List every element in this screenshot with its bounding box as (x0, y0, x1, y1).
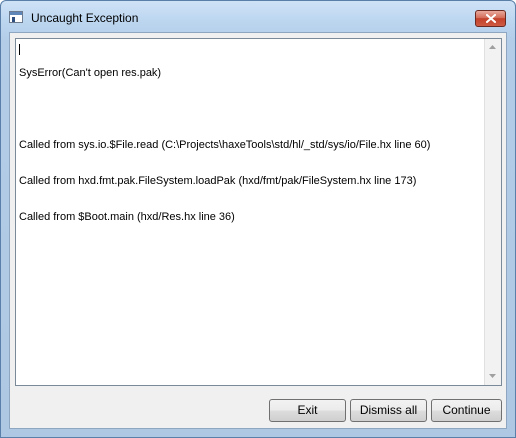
dismiss-all-button[interactable]: Dismiss all (350, 399, 427, 422)
scroll-down-button[interactable] (485, 368, 501, 385)
button-row: Exit Dismiss all Continue (10, 393, 506, 423)
error-line: Called from sys.io.$File.read (C:\Projec… (19, 139, 431, 151)
error-line: SysError(Can't open res.pak) (19, 67, 162, 79)
error-message-textbox[interactable]: SysError(Can't open res.pak) Called from… (15, 38, 502, 386)
error-line: Called from $Boot.main (hxd/Res.hx line … (19, 211, 235, 223)
close-button[interactable] (475, 10, 506, 27)
scroll-up-button[interactable] (485, 39, 501, 56)
continue-button[interactable]: Continue (431, 399, 502, 422)
exit-button[interactable]: Exit (269, 399, 346, 422)
error-line: Called from hxd.fmt.pak.FileSystem.loadP… (19, 175, 417, 187)
vertical-scrollbar[interactable] (484, 39, 501, 385)
window-app-icon (9, 11, 23, 23)
text-caret (19, 44, 20, 55)
title-bar[interactable]: Uncaught Exception (1, 1, 515, 33)
exception-dialog-window: Uncaught Exception SysError(Can't open r… (0, 0, 516, 438)
error-line (19, 103, 483, 115)
window-title: Uncaught Exception (31, 11, 139, 25)
close-icon (486, 14, 496, 23)
dialog-client-area: SysError(Can't open res.pak) Called from… (9, 32, 507, 429)
scroll-down-arrow-icon (489, 374, 496, 378)
error-text[interactable]: SysError(Can't open res.pak) Called from… (18, 41, 483, 383)
scroll-up-arrow-icon (489, 45, 496, 49)
